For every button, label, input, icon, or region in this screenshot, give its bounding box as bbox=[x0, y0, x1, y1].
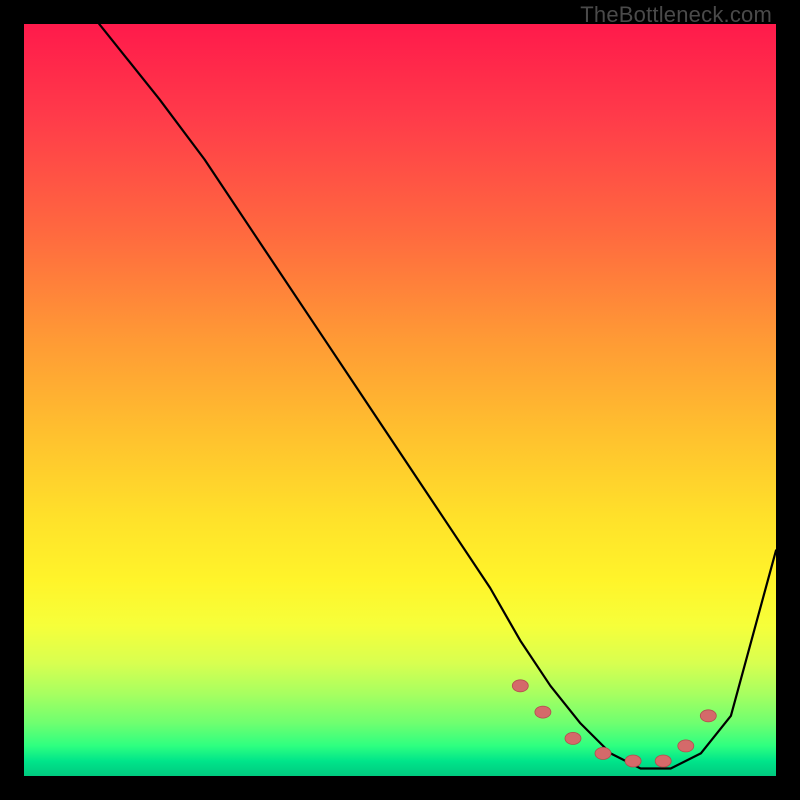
chart-overlay bbox=[24, 24, 776, 776]
nub-4 bbox=[595, 747, 611, 759]
nub-6 bbox=[655, 755, 671, 767]
nub-1 bbox=[512, 680, 528, 692]
nub-2 bbox=[535, 706, 551, 718]
marker-group bbox=[512, 680, 716, 767]
nub-3 bbox=[565, 732, 581, 744]
nub-7 bbox=[678, 740, 694, 752]
watermark-text: TheBottleneck.com bbox=[580, 2, 772, 28]
nub-5 bbox=[625, 755, 641, 767]
chart-frame bbox=[24, 24, 776, 776]
bottleneck-curve bbox=[99, 24, 776, 769]
nub-8 bbox=[700, 710, 716, 722]
